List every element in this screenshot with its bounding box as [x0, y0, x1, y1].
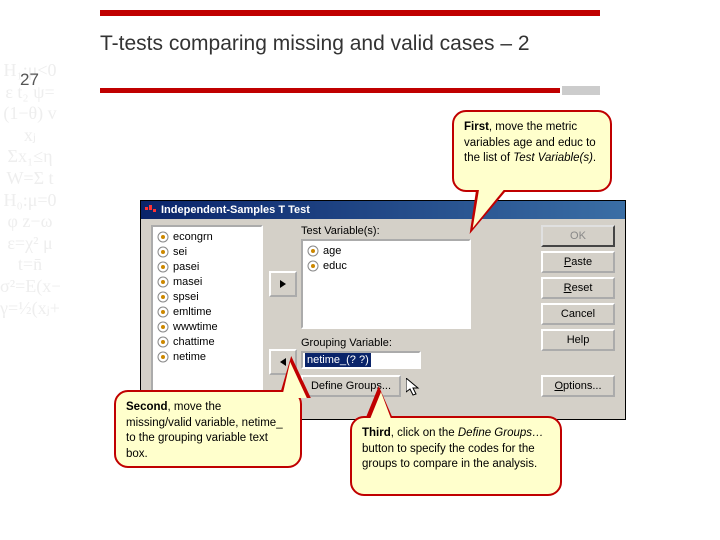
ttest-dialog: Independent-Samples T Test econgrn sei p…: [140, 200, 626, 420]
list-item[interactable]: sei: [155, 244, 259, 259]
var-label: pasei: [173, 261, 199, 273]
list-item[interactable]: educ: [305, 258, 467, 273]
app-icon: [145, 204, 157, 216]
var-label: age: [323, 245, 341, 257]
callout-bold: Third: [362, 427, 391, 439]
variable-icon: [157, 306, 169, 318]
var-label: spsei: [173, 291, 199, 303]
callout-bold: Second: [126, 401, 168, 413]
callout-second: Second, move the missing/valid variable,…: [114, 390, 302, 468]
variable-icon: [307, 245, 319, 257]
callout-third: Third, click on the Define Groups… butto…: [350, 416, 562, 496]
move-to-test-button[interactable]: [269, 271, 297, 297]
move-to-grouping-button[interactable]: [269, 349, 297, 375]
variable-icon: [307, 260, 319, 272]
var-label: econgrn: [173, 231, 213, 243]
title-underline-accent: [562, 86, 600, 95]
list-item[interactable]: pasei: [155, 259, 259, 274]
var-label: masei: [173, 276, 202, 288]
variable-icon: [157, 336, 169, 348]
variable-icon: [157, 351, 169, 363]
variable-icon: [157, 276, 169, 288]
ok-button[interactable]: OK: [541, 225, 615, 247]
reset-button[interactable]: ResetReset: [541, 277, 615, 299]
variable-icon: [157, 261, 169, 273]
paste-button[interactable]: PPasteaste: [541, 251, 615, 273]
callout-text: button to specify the codes for the grou…: [362, 443, 537, 471]
background-formulas: H₁:μ<0 ε t₂ ψ=(1−θ) v xⱼ Σx₁≤η W=Σ t H₀:…: [0, 60, 60, 510]
callout-text: .: [593, 152, 596, 164]
list-item[interactable]: age: [305, 243, 467, 258]
help-button[interactable]: Help: [541, 329, 615, 351]
callout-text: , click on the: [391, 427, 458, 439]
variable-icon: [157, 321, 169, 333]
variable-icon: [157, 246, 169, 258]
callout-em: Define Groups…: [458, 427, 544, 439]
options-button[interactable]: Options...Options...: [541, 375, 615, 397]
grouping-variable-field[interactable]: netime_(? ?): [301, 351, 421, 369]
var-label: chattime: [173, 336, 215, 348]
header-accent-bar: [100, 10, 600, 16]
list-item[interactable]: emltime: [155, 304, 259, 319]
callout-first: First, move the metric variables age and…: [452, 110, 612, 192]
test-variables-list[interactable]: age educ: [301, 239, 471, 329]
variable-icon: [157, 231, 169, 243]
triangle-right-icon: [278, 279, 288, 289]
source-variable-list[interactable]: econgrn sei pasei masei spsei emltime ww…: [151, 225, 263, 395]
callout-em: Test Variable(s): [513, 152, 593, 164]
title-underline: [100, 88, 560, 93]
triangle-left-icon: [278, 357, 288, 367]
grouping-variable-label: Grouping Variable:: [301, 337, 392, 349]
dialog-titlebar: Independent-Samples T Test: [141, 201, 625, 219]
variable-icon: [157, 291, 169, 303]
list-item[interactable]: spsei: [155, 289, 259, 304]
slide-title: T-tests comparing missing and valid case…: [100, 32, 530, 56]
list-item[interactable]: masei: [155, 274, 259, 289]
var-label: educ: [323, 260, 347, 272]
dialog-title: Independent-Samples T Test: [161, 204, 310, 216]
define-groups-button[interactable]: Define Groups...: [301, 375, 401, 397]
callout-bold: First: [464, 121, 489, 133]
list-item[interactable]: netime: [155, 349, 259, 364]
var-label: wwwtime: [173, 321, 218, 333]
var-label: emltime: [173, 306, 212, 318]
list-item[interactable]: wwwtime: [155, 319, 259, 334]
test-variables-label: Test Variable(s):: [301, 225, 380, 237]
slide-number: 27: [20, 70, 39, 90]
grouping-variable-value: netime_(? ?): [305, 353, 371, 367]
list-item[interactable]: chattime: [155, 334, 259, 349]
cancel-button[interactable]: Cancel: [541, 303, 615, 325]
list-item[interactable]: econgrn: [155, 229, 259, 244]
var-label: netime: [173, 351, 206, 363]
var-label: sei: [173, 246, 187, 258]
